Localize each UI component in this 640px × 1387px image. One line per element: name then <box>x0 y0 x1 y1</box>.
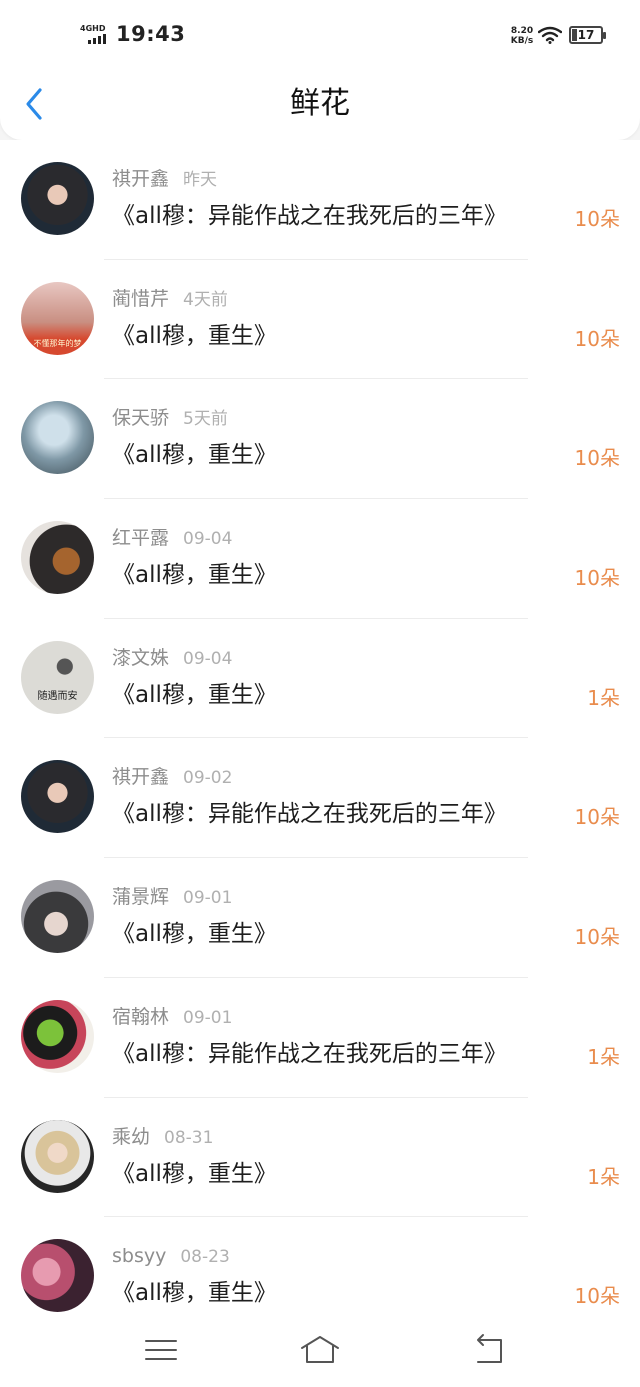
user-name[interactable]: 保天骄 <box>112 407 169 429</box>
avatar[interactable] <box>21 760 94 834</box>
list-item[interactable]: 宿翰林 09-01 《all穆：异能作战之在我死后的三年》 1朵 <box>0 978 640 1098</box>
network-speed: 8.20 KB/s <box>508 26 536 46</box>
book-title[interactable]: 《all穆：异能作战之在我死后的三年》 <box>112 200 507 232</box>
battery-percent: 17 <box>577 28 595 42</box>
speed-unit: KB/s <box>510 36 534 46</box>
navigation-bar <box>0 1316 640 1387</box>
book-title[interactable]: 《all穆，重生》 <box>112 1158 277 1190</box>
item-time: 09-01 <box>183 888 233 909</box>
item-time: 4天前 <box>183 289 228 310</box>
avatar[interactable]: 不懂那年的梦 <box>21 281 94 355</box>
list-item[interactable]: 不懂那年的梦 蔺惜芹 4天前 《all穆，重生》 10朵 <box>0 260 640 380</box>
user-name[interactable]: 蔺惜芹 <box>112 288 169 310</box>
home-icon[interactable] <box>300 1332 340 1368</box>
signal-icon <box>88 34 106 44</box>
item-meta: 红平露 09-04 <box>112 525 232 552</box>
item-meta: 宿翰林 09-01 <box>112 1004 232 1031</box>
user-name[interactable]: 祺开鑫 <box>112 168 169 190</box>
user-name[interactable]: 祺开鑫 <box>112 766 169 788</box>
flower-count: 1朵 <box>587 1164 620 1189</box>
item-meta: 保天骄 5天前 <box>112 405 228 432</box>
avatar[interactable]: 随遇而安 <box>21 640 94 714</box>
flower-list: 祺开鑫 昨天 《all穆：异能作战之在我死后的三年》 10朵 不懂那年的梦 蔺惜芹… <box>0 140 640 1346</box>
avatar[interactable] <box>21 1119 94 1193</box>
speed-value: 8.20 <box>510 26 534 36</box>
avatar[interactable] <box>21 1239 94 1313</box>
avatar[interactable] <box>21 401 94 475</box>
item-meta: 蔺惜芹 4天前 <box>112 286 228 313</box>
list-item[interactable]: 祺开鑫 昨天 《all穆：异能作战之在我死后的三年》 10朵 <box>0 140 640 260</box>
item-time: 09-01 <box>183 1007 233 1028</box>
battery-cap <box>603 32 606 39</box>
item-time: 09-04 <box>183 648 233 669</box>
item-time: 08-31 <box>164 1127 214 1148</box>
list-item[interactable]: 祺开鑫 09-02 《all穆：异能作战之在我死后的三年》 10朵 <box>0 738 640 859</box>
top-bar: 4GHD 19:43 8.20 KB/s 17 鲜花 <box>0 0 640 140</box>
book-title[interactable]: 《all穆：异能作战之在我死后的三年》 <box>112 1038 507 1070</box>
flower-count: 1朵 <box>587 685 620 710</box>
item-time: 09-04 <box>183 529 233 550</box>
item-meta: 乘幼 08-31 <box>112 1124 213 1151</box>
item-meta: 漆文姝 09-04 <box>112 645 232 672</box>
flower-count: 10朵 <box>574 805 620 830</box>
user-name[interactable]: 宿翰林 <box>112 1006 169 1028</box>
user-name[interactable]: 乘幼 <box>112 1126 150 1148</box>
item-meta: 蒲景辉 09-01 <box>112 884 232 911</box>
list-item[interactable]: 红平露 09-04 《all穆，重生》 10朵 <box>0 499 640 619</box>
avatar[interactable] <box>21 999 94 1073</box>
page-title: 鲜花 <box>290 86 350 121</box>
avatar[interactable] <box>21 880 94 954</box>
item-time: 5天前 <box>183 409 228 430</box>
item-meta: 祺开鑫 昨天 <box>112 166 217 193</box>
avatar[interactable] <box>21 162 94 235</box>
book-title[interactable]: 《all穆，重生》 <box>112 559 277 591</box>
list-item[interactable]: 保天骄 5天前 《all穆，重生》 10朵 <box>0 379 640 500</box>
list-item[interactable]: 乘幼 08-31 《all穆，重生》 1朵 <box>0 1098 640 1218</box>
flower-count: 10朵 <box>574 566 620 591</box>
avatar[interactable] <box>21 521 94 595</box>
user-name[interactable]: 漆文姝 <box>112 647 169 669</box>
flower-count: 10朵 <box>574 1284 620 1309</box>
flower-count: 1朵 <box>587 1044 620 1069</box>
battery-icon: 17 <box>569 26 606 44</box>
book-title[interactable]: 《all穆，重生》 <box>112 320 277 352</box>
flower-count: 10朵 <box>574 326 620 351</box>
user-name[interactable]: 蒲景辉 <box>112 886 169 908</box>
book-title[interactable]: 《all穆，重生》 <box>112 918 277 950</box>
return-icon[interactable] <box>468 1332 508 1368</box>
book-title[interactable]: 《all穆，重生》 <box>112 1277 277 1309</box>
flower-count: 10朵 <box>574 446 620 471</box>
item-time: 09-02 <box>183 768 233 789</box>
wifi-icon <box>538 26 562 44</box>
flower-count: 10朵 <box>574 207 620 231</box>
network-indicator: 4GHD <box>80 24 110 46</box>
item-meta: sbsyy 08-23 <box>112 1243 230 1270</box>
user-name[interactable]: 红平露 <box>112 527 169 549</box>
item-time: 昨天 <box>183 170 218 190</box>
status-bar: 4GHD 19:43 8.20 KB/s 17 <box>0 0 640 70</box>
list-item[interactable]: 蒲景辉 09-01 《all穆，重生》 10朵 <box>0 858 640 978</box>
book-title[interactable]: 《all穆，重生》 <box>112 679 277 711</box>
item-time: 08-23 <box>180 1247 230 1268</box>
menu-icon[interactable] <box>141 1332 181 1368</box>
network-label: 4GHD <box>80 24 106 33</box>
book-title[interactable]: 《all穆：异能作战之在我死后的三年》 <box>112 798 507 830</box>
avatar-caption: 不懂那年的梦 <box>33 338 82 348</box>
avatar-caption: 随遇而安 <box>37 690 78 702</box>
flower-count: 10朵 <box>574 925 620 950</box>
item-meta: 祺开鑫 09-02 <box>112 764 232 791</box>
user-name[interactable]: sbsyy <box>112 1245 166 1267</box>
book-title[interactable]: 《all穆，重生》 <box>112 439 277 471</box>
clock: 19:43 <box>116 22 186 46</box>
list-item[interactable]: 随遇而安 漆文姝 09-04 《all穆，重生》 1朵 <box>0 619 640 739</box>
